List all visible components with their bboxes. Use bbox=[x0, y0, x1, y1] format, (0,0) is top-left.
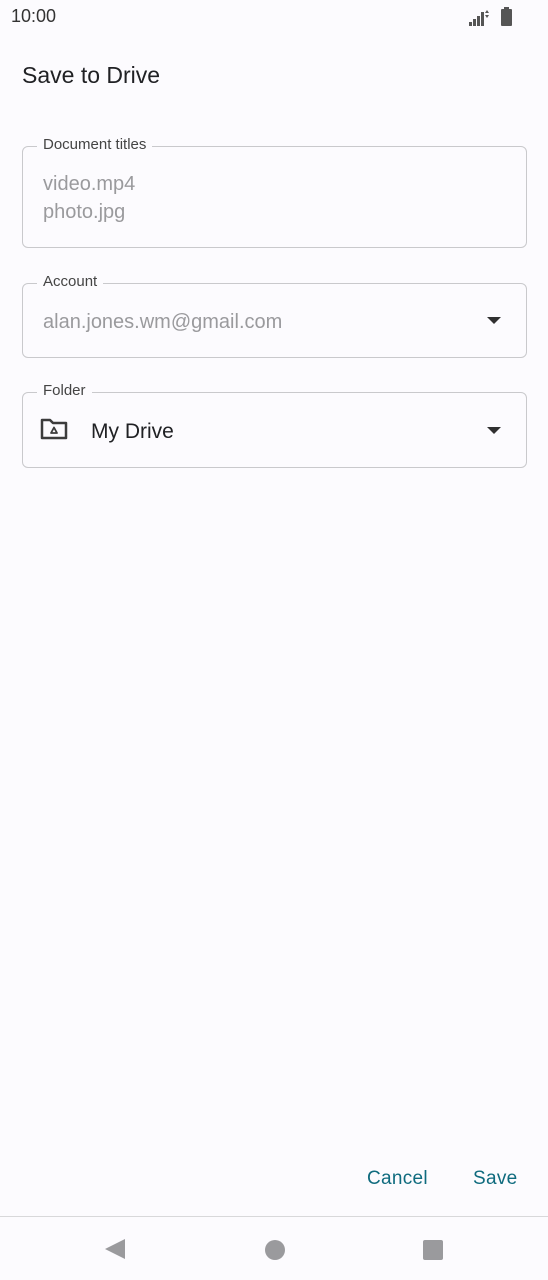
drive-folder-icon bbox=[40, 418, 68, 445]
document-titles-label: Document titles bbox=[37, 136, 153, 153]
account-label: Account bbox=[37, 273, 104, 290]
status-time: 10:00 bbox=[11, 6, 57, 26]
folder-dropdown[interactable]: Folder My Drive bbox=[22, 382, 527, 468]
document-title-item: photo.jpg bbox=[43, 201, 126, 223]
recents-icon[interactable] bbox=[423, 1240, 443, 1260]
navigation-bar bbox=[0, 1217, 548, 1280]
folder-label: Folder bbox=[37, 382, 92, 399]
dropdown-arrow-icon[interactable] bbox=[487, 427, 501, 434]
signal-icon bbox=[469, 8, 491, 31]
document-title-item: video.mp4 bbox=[43, 173, 136, 195]
account-value: alan.jones.wm@gmail.com bbox=[43, 311, 283, 333]
cancel-button[interactable]: Cancel bbox=[367, 1168, 428, 1190]
home-icon[interactable] bbox=[265, 1240, 285, 1260]
battery-icon bbox=[501, 7, 512, 31]
document-titles-field[interactable]: Document titles video.mp4 photo.jpg bbox=[22, 136, 527, 248]
dropdown-arrow-icon[interactable] bbox=[487, 317, 501, 324]
folder-value: My Drive bbox=[91, 420, 174, 443]
save-button[interactable]: Save bbox=[473, 1168, 518, 1190]
status-icons bbox=[469, 7, 512, 31]
page-title: Save to Drive bbox=[22, 62, 161, 88]
status-bar: 10:00 bbox=[0, 0, 548, 34]
account-dropdown[interactable]: Account alan.jones.wm@gmail.com bbox=[22, 273, 527, 358]
back-icon[interactable] bbox=[105, 1239, 125, 1259]
